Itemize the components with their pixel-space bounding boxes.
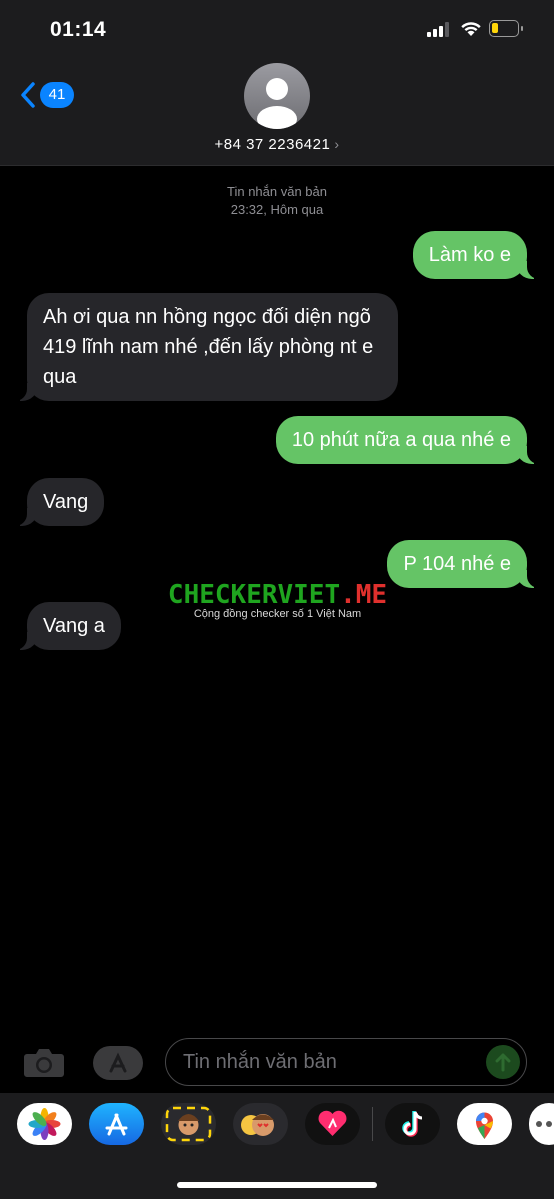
message-text: Vang a bbox=[43, 615, 105, 637]
home-indicator bbox=[177, 1182, 377, 1188]
tiktok-icon[interactable] bbox=[385, 1103, 440, 1145]
photos-icon[interactable] bbox=[17, 1103, 72, 1145]
contact-name[interactable]: +84 37 2236421 › bbox=[0, 136, 554, 153]
watermark: CHECKERVIET.ME Cộng đồng checker số 1 Vi… bbox=[155, 580, 400, 620]
person-icon bbox=[257, 78, 297, 129]
message-time-label: 23:32, Hôm qua bbox=[230, 202, 324, 217]
app-store-icon bbox=[109, 1052, 127, 1073]
message-bubble-incoming[interactable]: Vang a bbox=[13, 602, 121, 650]
chevron-right-icon: › bbox=[334, 136, 340, 152]
apps-button[interactable] bbox=[93, 1046, 143, 1080]
message-text: P 104 nhé e bbox=[403, 553, 511, 575]
message-input[interactable]: Tin nhắn văn bản bbox=[165, 1038, 527, 1086]
contact-number: +84 37 2236421 bbox=[214, 136, 331, 153]
status-bar: 01:14 bbox=[0, 0, 554, 60]
google-maps-icon[interactable] bbox=[457, 1103, 512, 1145]
drawer-separator bbox=[372, 1107, 373, 1141]
signal-icon bbox=[427, 22, 449, 37]
input-placeholder: Tin nhắn văn bản bbox=[183, 1051, 337, 1073]
more-icon[interactable] bbox=[529, 1103, 554, 1145]
back-button[interactable]: 41 bbox=[20, 82, 74, 108]
message-text: 10 phút nữa a qua nhé e bbox=[291, 429, 511, 451]
battery-icon bbox=[489, 20, 523, 37]
message-bubble-incoming[interactable]: Vang bbox=[13, 478, 105, 526]
message-timestamp: Tin nhắn văn bản 23:32, Hôm qua bbox=[0, 183, 554, 219]
message-text: Vang bbox=[43, 491, 89, 513]
memoji-icon[interactable] bbox=[161, 1103, 216, 1145]
app-drawer bbox=[0, 1093, 554, 1199]
status-time: 01:14 bbox=[50, 18, 107, 41]
message-bubble-incoming[interactable]: Ah ơi qua nn hồng ngọc đối diện ngõ 419 … bbox=[13, 293, 398, 401]
message-bubble-outgoing[interactable]: P 104 nhé e bbox=[387, 540, 541, 588]
conversation-header: 41 +84 37 2236421 › bbox=[0, 60, 554, 166]
message-type-label: Tin nhắn văn bản bbox=[227, 184, 327, 199]
message-bubble-outgoing[interactable]: 10 phút nữa a qua nhé e bbox=[275, 416, 541, 464]
unread-badge: 41 bbox=[40, 82, 74, 108]
camera-icon[interactable] bbox=[23, 1046, 65, 1078]
wifi-icon bbox=[461, 22, 481, 36]
message-text: Ah ơi qua nn hồng ngọc đối diện ngõ 419 … bbox=[43, 306, 374, 388]
message-text: Làm ko e bbox=[428, 244, 511, 266]
message-bubble-outgoing[interactable]: Làm ko e bbox=[412, 231, 541, 279]
memoji-stickers-icon[interactable] bbox=[233, 1103, 288, 1145]
arrow-up-icon bbox=[495, 1053, 511, 1072]
app-store-icon[interactable] bbox=[89, 1103, 144, 1145]
contact-avatar[interactable] bbox=[244, 63, 310, 129]
send-button[interactable] bbox=[486, 1045, 520, 1079]
watermark-logo: CHECKERVIET.ME bbox=[167, 580, 388, 610]
chevron-left-icon bbox=[21, 82, 35, 108]
digital-touch-icon[interactable] bbox=[305, 1103, 360, 1145]
